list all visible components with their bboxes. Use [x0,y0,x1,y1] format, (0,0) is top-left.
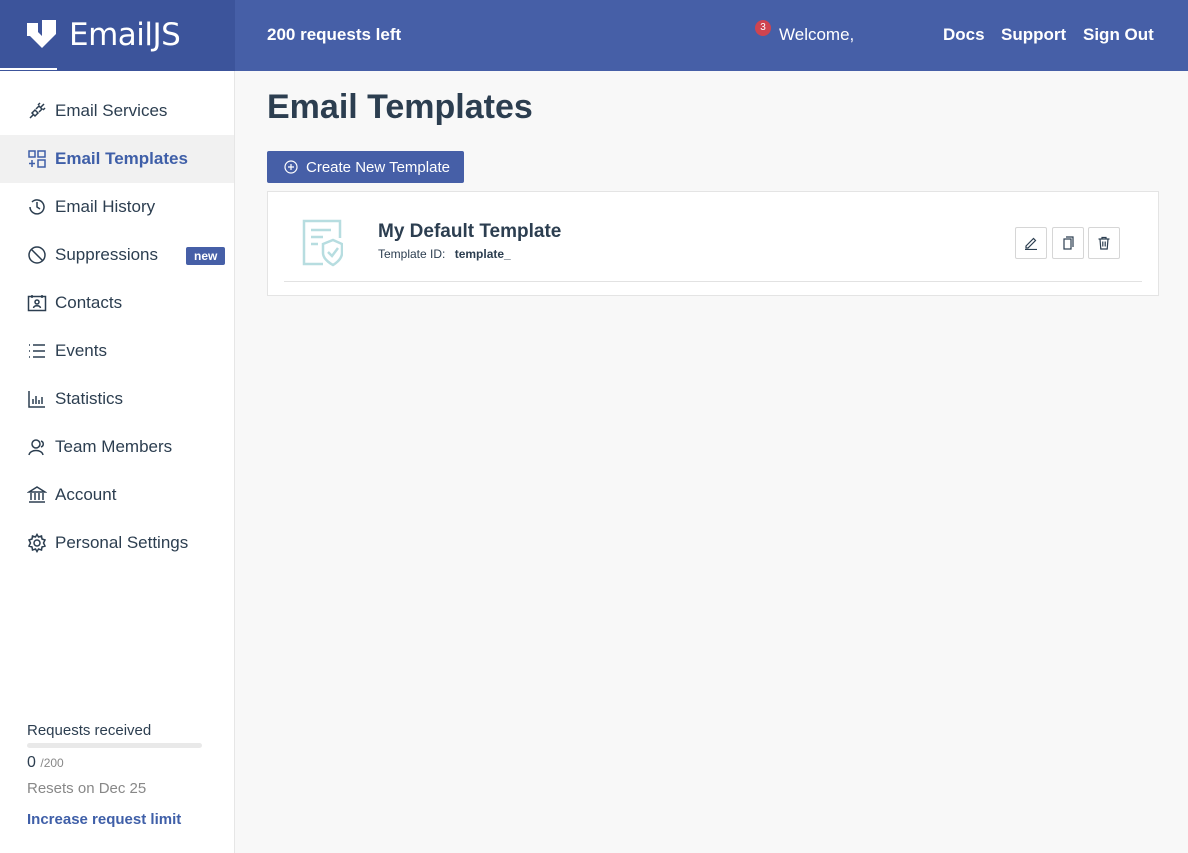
sidebar-item-label: Email Services [55,101,168,120]
requests-left-text: 200 requests left [267,25,402,44]
top-header: EmailJS 200 requests left 3 Welcome, Doc… [0,0,1188,71]
resets-date: Resets on Dec 25 [27,780,147,797]
sidebar-item-label: Email Templates [55,149,188,168]
copy-icon [1063,236,1074,250]
template-id-label: Template ID: [378,247,446,261]
support-link[interactable]: Support [1001,25,1066,45]
ban-icon [27,245,47,265]
sidebar-item-statistics[interactable]: Statistics [0,375,234,423]
sidebar-item-label: Personal Settings [55,533,189,552]
delete-template-button[interactable] [1088,227,1120,259]
sidebar-item-label: Suppressions [55,245,159,264]
template-id-row: Template ID: template_ [378,247,511,261]
sidebar: Email Services Email Templates Email His… [0,71,235,853]
sidebar-item-contacts[interactable]: Contacts [0,279,234,327]
notification-badge[interactable]: 3 [755,20,771,36]
template-name[interactable]: My Default Template [378,221,561,243]
brand-name: EmailJS [69,17,181,53]
brand[interactable]: EmailJS [0,0,235,71]
copy-template-button[interactable] [1052,227,1084,259]
history-clock-icon [27,197,47,217]
page-title: Email Templates [267,88,533,126]
templates-grid-icon [27,149,47,169]
usage-count: 0 /200 [27,754,207,772]
usage-panel: Requests received 0 /200 Resets on Dec 2… [27,722,207,797]
sidebar-item-label: Statistics [55,389,124,408]
plus-circle-icon [284,160,298,174]
team-icon [27,437,47,457]
sidebar-item-email-services[interactable]: Email Services [0,87,234,135]
edit-template-button[interactable] [1015,227,1047,259]
docs-link[interactable]: Docs [943,25,985,45]
sidebar-item-events[interactable]: Events [0,327,234,375]
brand-underline [0,68,57,70]
create-new-template-button[interactable]: Create New Template [267,151,464,183]
sidebar-item-label: Email History [55,197,156,216]
sidebar-item-account[interactable]: Account [0,471,234,519]
sidebar-item-team-members[interactable]: Team Members [0,423,234,471]
sidebar-item-personal-settings[interactable]: Personal Settings [0,519,234,567]
template-id-value: template_ [454,247,511,261]
create-new-template-label: Create New Template [306,158,450,176]
card-divider [284,281,1142,282]
sidebar-item-email-history[interactable]: Email History [0,183,234,231]
requests-received-label: Requests received [27,722,152,739]
contact-card-icon [27,293,47,313]
bar-chart-icon [27,389,47,409]
sidebar-nav: Email Services Email Templates Email His… [0,87,234,567]
sign-out-link[interactable]: Sign Out [1083,25,1154,45]
sidebar-item-label: Events [55,341,107,360]
bank-icon [27,485,47,505]
usage-count-total: /200 [40,756,64,770]
welcome-text: Welcome, [779,25,855,44]
sidebar-item-suppressions[interactable]: Suppressions new [0,231,234,279]
sidebar-item-label: Account [55,485,117,504]
new-badge: new [186,247,226,265]
trash-icon [1098,236,1110,250]
sidebar-item-label: Contacts [55,293,123,312]
sidebar-item-label: Team Members [55,437,173,456]
template-card: My Default Template Template ID: templat… [267,191,1159,296]
plug-icon [27,101,47,121]
sidebar-item-email-templates[interactable]: Email Templates [0,135,234,183]
usage-progress-bar [27,743,202,748]
list-icon [27,341,47,361]
increase-request-limit-link[interactable]: Increase request limit [27,811,181,828]
usage-count-value: 0 [27,754,36,771]
gear-icon [27,533,47,553]
pencil-icon [1025,237,1037,250]
emailjs-logo-icon [27,20,56,48]
template-document-icon [302,219,343,267]
